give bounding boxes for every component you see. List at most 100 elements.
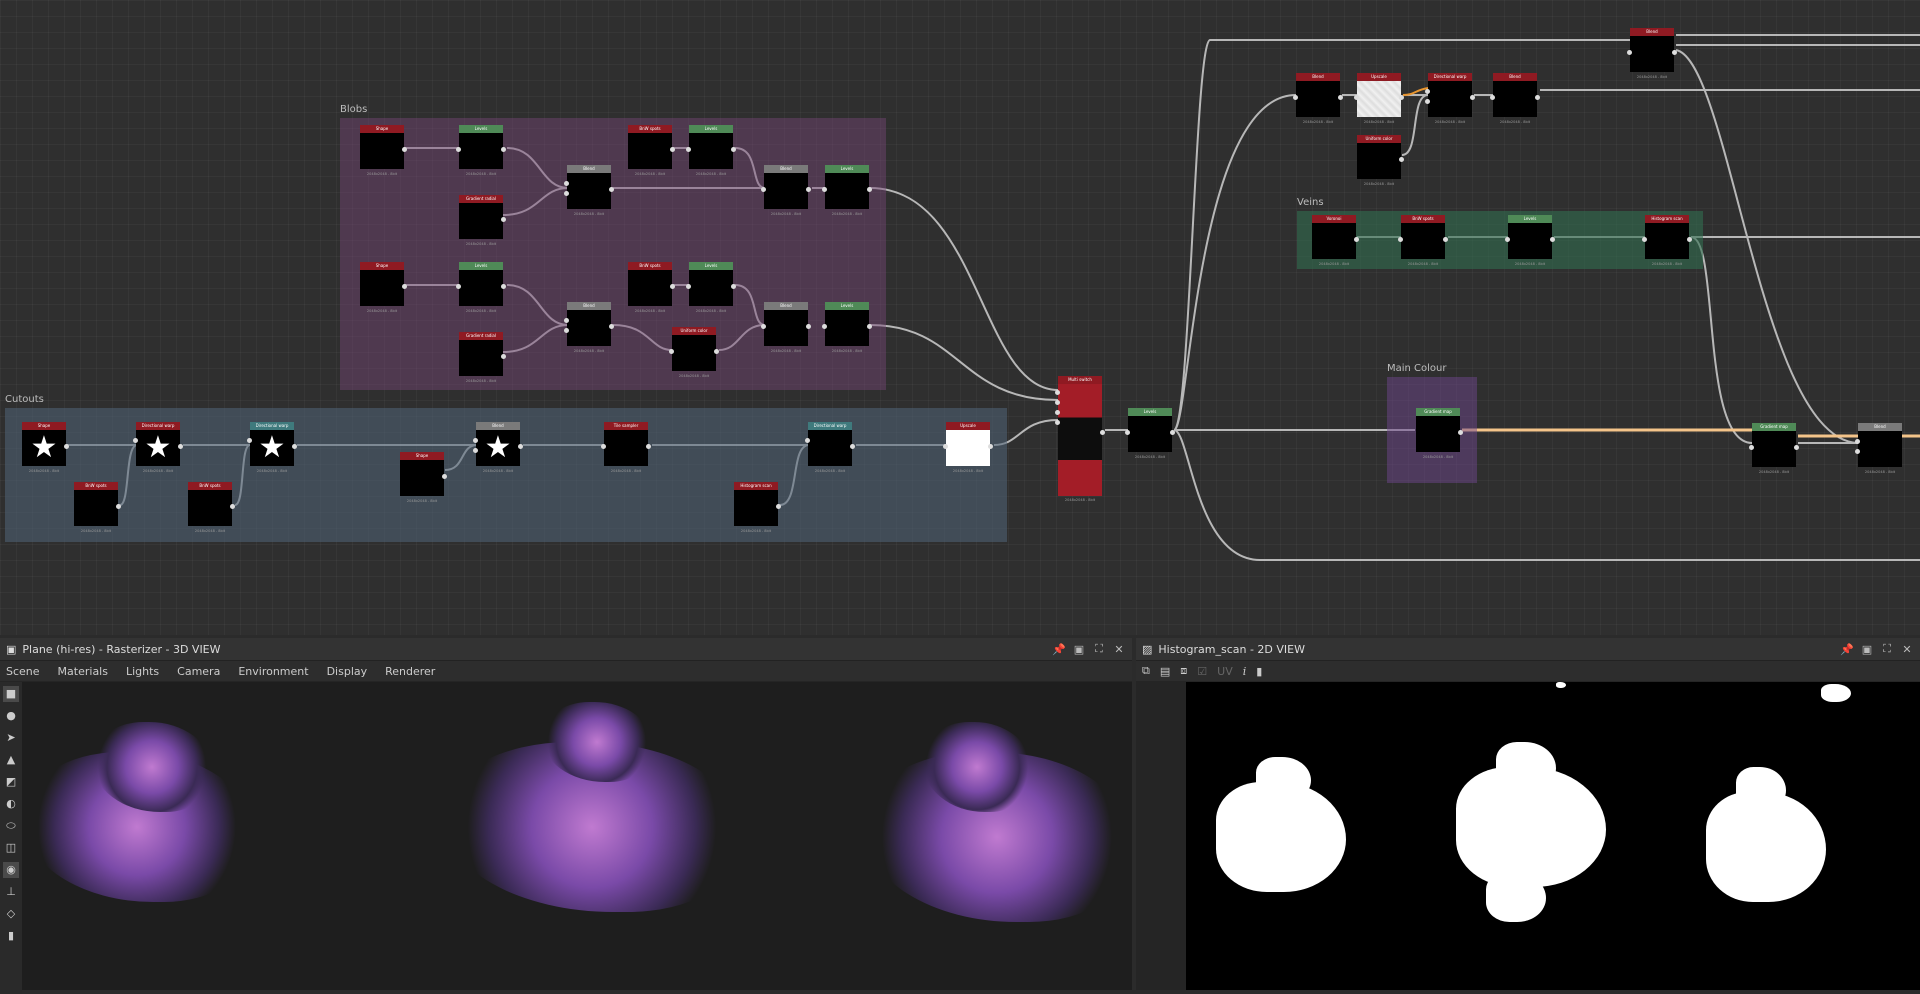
viewport-2d[interactable]: [1186, 682, 1920, 990]
node-bnw-spots[interactable]: BnW spots 2048x2048 - 8bit: [628, 125, 675, 176]
node-gradient-map[interactable]: Gradient map 2048x2048 - 8bit: [1416, 408, 1463, 459]
input-port[interactable]: [456, 284, 461, 289]
input-port[interactable]: [1055, 390, 1060, 395]
input-port[interactable]: [1425, 99, 1430, 104]
input-port[interactable]: [1627, 50, 1632, 55]
camera-icon[interactable]: ■: [3, 686, 19, 702]
node-directional-warp[interactable]: Directional warp 2048x2048 - 8bit: [1425, 73, 1475, 124]
histogram-icon[interactable]: ▮: [1256, 665, 1262, 678]
input-port[interactable]: [564, 328, 569, 333]
node-upscale[interactable]: Upscale 2048x2048 - 8bit: [943, 422, 993, 473]
node-blend[interactable]: Blend 2048x2048 - 8bit: [1855, 423, 1902, 474]
input-port[interactable]: [1055, 400, 1060, 405]
node-levels[interactable]: Levels 2048x2048 - 8bit: [686, 125, 736, 176]
node-levels[interactable]: Levels 2048x2048 - 8bit: [1125, 408, 1175, 459]
output-port[interactable]: [1338, 95, 1343, 100]
node-levels[interactable]: Levels 2048x2048 - 8bit: [456, 262, 506, 313]
output-port[interactable]: [1100, 430, 1105, 435]
output-port[interactable]: [1535, 95, 1540, 100]
output-port[interactable]: [806, 187, 811, 192]
node-uniform-color[interactable]: Uniform color 2048x2048 - 8bit: [669, 327, 719, 378]
input-port[interactable]: [686, 284, 691, 289]
node-shape[interactable]: Shape 2048x2048 - 8bit: [360, 125, 407, 176]
screenshot-icon[interactable]: ◫: [3, 840, 19, 856]
output-port[interactable]: [518, 444, 523, 449]
output-port[interactable]: [1458, 430, 1463, 435]
input-port[interactable]: [1398, 237, 1403, 242]
output-port[interactable]: [501, 284, 506, 289]
pin-icon[interactable]: 📌: [1840, 643, 1854, 656]
viewport-3d[interactable]: [22, 682, 1132, 990]
output-port[interactable]: [178, 444, 183, 449]
node-shape[interactable]: Shape 2048x2048 - 8bit: [360, 262, 407, 313]
light-icon[interactable]: ●: [3, 708, 19, 724]
output-port[interactable]: [1550, 237, 1555, 242]
node-blend[interactable]: Blend 2048x2048 - 8bit: [761, 165, 811, 216]
output-port[interactable]: [116, 504, 121, 509]
input-port[interactable]: [1490, 95, 1495, 100]
float-icon[interactable]: ▣: [1072, 643, 1086, 656]
output-port[interactable]: [1399, 95, 1404, 100]
pin-icon[interactable]: 📌: [1052, 643, 1066, 656]
output-port[interactable]: [1354, 237, 1359, 242]
select-icon[interactable]: ➤: [3, 730, 19, 746]
input-port[interactable]: [1642, 237, 1647, 242]
node-levels[interactable]: Levels 2048x2048 - 8bit: [456, 125, 506, 176]
node-blend[interactable]: Blend 2048x2048 - 8bit: [564, 302, 614, 353]
menu-materials[interactable]: Materials: [58, 665, 108, 678]
output-port[interactable]: [501, 217, 506, 222]
node-levels[interactable]: Levels 2048x2048 - 8bit: [822, 302, 872, 353]
screenshot-icon[interactable]: ◉: [3, 862, 19, 878]
input-port[interactable]: [822, 187, 827, 192]
node-levels[interactable]: Levels 2048x2048 - 8bit: [822, 165, 872, 216]
copy-icon[interactable]: ⧉: [1142, 664, 1150, 678]
node-directional-warp[interactable]: Directional warp ★ 2048x2048 - 8bit: [247, 422, 297, 473]
output-port[interactable]: [776, 504, 781, 509]
input-port[interactable]: [761, 187, 766, 192]
output-port[interactable]: [1794, 445, 1799, 450]
input-port[interactable]: [564, 318, 569, 323]
input-port[interactable]: [943, 444, 948, 449]
save-icon[interactable]: ▤: [1160, 665, 1170, 678]
output-port[interactable]: [609, 324, 614, 329]
output-port[interactable]: [501, 354, 506, 359]
input-port[interactable]: [761, 324, 766, 329]
input-port[interactable]: [686, 147, 691, 152]
material-icon[interactable]: ◩: [3, 774, 19, 790]
input-port[interactable]: [1125, 430, 1130, 435]
menu-scene[interactable]: Scene: [6, 665, 40, 678]
input-port[interactable]: [1855, 439, 1860, 444]
output-port[interactable]: [867, 187, 872, 192]
input-port[interactable]: [133, 438, 138, 443]
node-levels[interactable]: Levels 2048x2048 - 8bit: [1505, 215, 1555, 266]
node-blend[interactable]: Blend 2048x2048 - 8bit: [761, 302, 811, 353]
node-blend[interactable]: Blend 2048x2048 - 8bit: [1490, 73, 1540, 124]
output-port[interactable]: [609, 187, 614, 192]
float-icon[interactable]: ▣: [1860, 643, 1874, 656]
export-icon[interactable]: ⧈: [1180, 664, 1187, 678]
layers-icon[interactable]: ◇: [3, 906, 19, 922]
scene-icon[interactable]: ▲: [3, 752, 19, 768]
node-blend[interactable]: Blend 2048x2048 - 8bit: [1627, 28, 1677, 79]
input-port[interactable]: [601, 444, 606, 449]
output-port[interactable]: [402, 147, 407, 152]
close-icon[interactable]: ✕: [1112, 643, 1126, 656]
output-port[interactable]: [1687, 237, 1692, 242]
env-icon[interactable]: ⬭: [3, 818, 19, 834]
axis-icon[interactable]: ⊥: [3, 884, 19, 900]
node-multi-switch[interactable]: Multi switch 2048x2048 - 8bit: [1055, 376, 1105, 502]
node-graph-canvas[interactable]: Blobs Cutouts Veins Main Colour Shape 204…: [0, 0, 1920, 635]
input-port[interactable]: [247, 438, 252, 443]
input-port[interactable]: [1293, 95, 1298, 100]
menu-camera[interactable]: Camera: [177, 665, 220, 678]
info-icon[interactable]: i: [1243, 665, 1247, 678]
input-port[interactable]: [564, 181, 569, 186]
maximize-icon[interactable]: ⛶: [1880, 642, 1894, 656]
node-blend[interactable]: Blend 2048x2048 - 8bit: [1293, 73, 1343, 124]
input-port[interactable]: [1855, 449, 1860, 454]
node-levels[interactable]: Levels 2048x2048 - 8bit: [686, 262, 736, 313]
node-histogram-scan[interactable]: Histogram scan 2048x2048 - 8bit: [734, 482, 781, 533]
input-port[interactable]: [456, 147, 461, 152]
node-bnw-spots[interactable]: BnW spots 2048x2048 - 8bit: [188, 482, 235, 533]
node-blend[interactable]: Blend ★ 2048x2048 - 8bit: [473, 422, 523, 473]
